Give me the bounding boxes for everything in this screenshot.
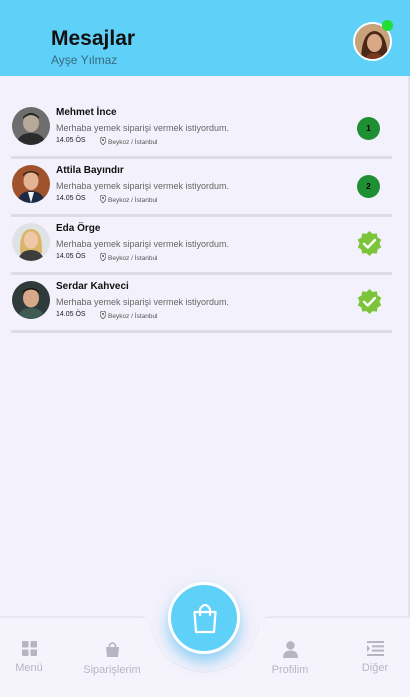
unread-count-badge: 2: [357, 175, 380, 198]
tab-label: Profilim: [271, 664, 309, 676]
shopping-bag-icon: [193, 603, 217, 634]
avatar: [12, 107, 50, 145]
cart-fab-button[interactable]: [168, 582, 240, 654]
message-time: 14.05 ÖS: [56, 253, 86, 260]
list-item[interactable]: Serdar Kahveci Merhaba yemek siparişi ve…: [11, 277, 392, 333]
message-time: 14.05 ÖS: [56, 195, 86, 202]
location-pin-icon: [99, 310, 107, 320]
message-time: 14.05 ÖS: [56, 311, 86, 318]
check-badge-icon: [357, 289, 382, 314]
tab-label: Menü: [15, 662, 43, 674]
message-location: Beykoz / İstanbul: [99, 310, 158, 320]
tab-menu[interactable]: Menü: [0, 641, 64, 674]
tab-orders[interactable]: Siparişlerim: [77, 641, 147, 676]
check-badge-icon: [357, 231, 382, 256]
location-pin-icon: [99, 136, 107, 146]
message-location: Beykoz / İstanbul: [99, 194, 158, 204]
location-pin-icon: [99, 252, 107, 262]
tab-other[interactable]: Diğer: [340, 641, 410, 674]
app-header: Mesajlar Ayşe Yılmaz: [0, 0, 410, 76]
person-icon: [282, 641, 298, 658]
message-preview: Merhaba yemek siparişi vermek istiyordum…: [56, 181, 230, 191]
message-preview: Merhaba yemek siparişi vermek istiyordum…: [56, 239, 230, 249]
contact-name: Eda Örge: [56, 223, 101, 234]
contact-name: Attila Bayındır: [56, 165, 124, 176]
page-title: Mesajlar: [51, 27, 136, 50]
avatar: [12, 165, 50, 203]
avatar: [12, 281, 50, 319]
avatar: [12, 223, 50, 261]
message-preview: Merhaba yemek siparişi vermek istiyordum…: [56, 123, 230, 133]
message-time: 14.05 ÖS: [56, 137, 86, 144]
bag-icon: [105, 642, 119, 657]
list-item[interactable]: Eda Örge Merhaba yemek siparişi vermek i…: [11, 219, 392, 275]
message-preview: Merhaba yemek siparişi vermek istiyordum…: [56, 297, 230, 307]
user-name: Ayşe Yılmaz: [51, 53, 118, 67]
tab-profile[interactable]: Profilim: [255, 641, 325, 676]
list-indent-icon: [366, 641, 384, 656]
unread-count-badge: 1: [357, 117, 380, 140]
location-pin-icon: [99, 194, 107, 204]
contact-name: Mehmet İnce: [56, 107, 117, 118]
list-item[interactable]: Mehmet İnce Merhaba yemek siparişi verme…: [11, 103, 392, 159]
tab-label: Diğer: [361, 662, 389, 674]
message-location: Beykoz / İstanbul: [99, 252, 158, 262]
grid-icon: [21, 641, 37, 656]
tab-label: Siparişlerim: [83, 664, 141, 676]
online-status-dot: [382, 20, 393, 31]
contact-name: Serdar Kahveci: [56, 281, 129, 292]
message-location: Beykoz / İstanbul: [99, 136, 158, 146]
message-list: Mehmet İnce Merhaba yemek siparişi verme…: [11, 103, 392, 335]
list-item[interactable]: Attila Bayındır Merhaba yemek siparişi v…: [11, 161, 392, 217]
